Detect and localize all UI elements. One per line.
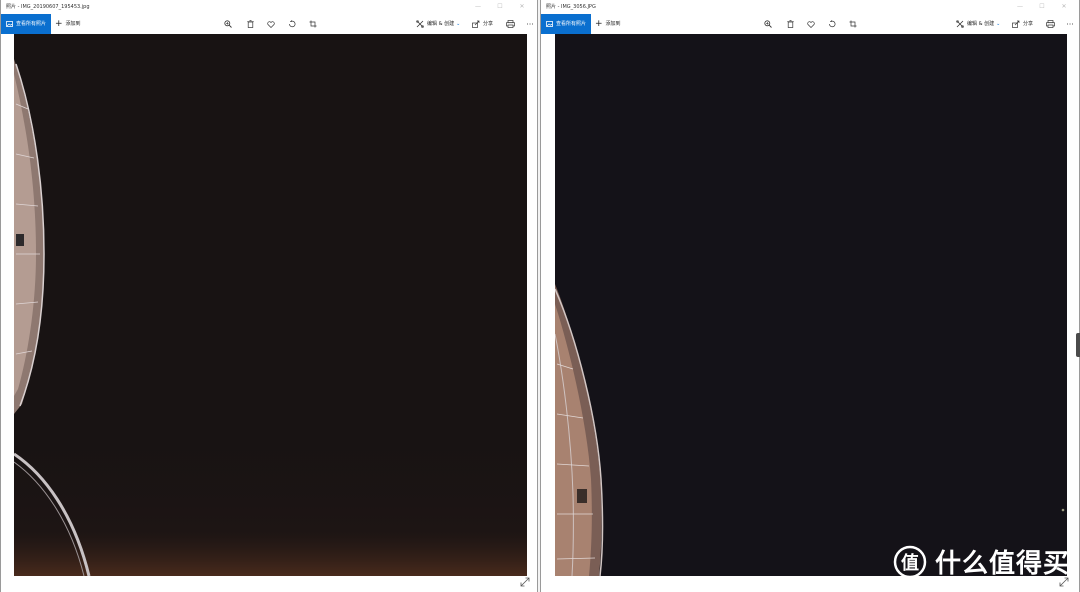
photos-window-right: 照片 - IMG_3056.JPG — ☐ ✕ 查看所有照片 + 添加到 编辑 … bbox=[540, 0, 1080, 592]
print-icon[interactable] bbox=[1044, 18, 1056, 30]
desktop: 照片 - IMG_20190607_195453.jpg — ☐ ✕ 查看所有照… bbox=[0, 0, 1080, 592]
minimize-button[interactable]: — bbox=[1009, 0, 1031, 14]
window-title: 照片 - IMG_20190607_195453.jpg bbox=[6, 4, 90, 10]
share-icon bbox=[472, 20, 480, 28]
chevron-down-icon: ⌄ bbox=[996, 21, 1001, 27]
watermark-text: 什么值得买 bbox=[934, 549, 1070, 579]
edit-create-label: 编辑 & 创建 bbox=[427, 21, 455, 27]
watermark-logo-text: 值 bbox=[901, 552, 919, 574]
edit-create-label: 编辑 & 创建 bbox=[967, 21, 995, 27]
view-all-photos-button[interactable]: 查看所有照片 bbox=[1, 14, 51, 34]
add-to-label: 添加到 bbox=[65, 21, 81, 27]
caption-buttons: — ☐ ✕ bbox=[1009, 0, 1075, 14]
photo-icon bbox=[6, 21, 13, 27]
plus-icon: + bbox=[55, 19, 63, 29]
toolbar: 查看所有照片 + 添加到 编辑 & 创建 ⌄ 分享 ··· bbox=[541, 14, 1079, 34]
title-bar[interactable]: 照片 - IMG_3056.JPG — ☐ ✕ bbox=[541, 0, 1079, 14]
delete-icon[interactable] bbox=[784, 18, 796, 30]
toolbar: 查看所有照片 + 添加到 编辑 & 创建 ⌄ 分享 ··· bbox=[1, 14, 537, 34]
close-button[interactable]: ✕ bbox=[1053, 0, 1075, 14]
window-title: 照片 - IMG_3056.JPG bbox=[546, 4, 596, 10]
edit-create-button[interactable]: 编辑 & 创建 ⌄ bbox=[956, 14, 1000, 34]
chevron-down-icon: ⌄ bbox=[456, 21, 461, 27]
view-all-photos-label: 查看所有照片 bbox=[556, 21, 587, 27]
share-label: 分享 bbox=[483, 21, 494, 27]
view-all-photos-label: 查看所有照片 bbox=[16, 21, 47, 27]
add-to-button[interactable]: + 添加到 bbox=[595, 14, 621, 34]
minimize-button[interactable]: — bbox=[467, 0, 489, 14]
zoom-in-icon[interactable] bbox=[222, 18, 234, 30]
edit-create-button[interactable]: 编辑 & 创建 ⌄ bbox=[416, 14, 460, 34]
share-button[interactable]: 分享 bbox=[1012, 14, 1033, 34]
fullscreen-icon[interactable] bbox=[520, 572, 530, 587]
maximize-button[interactable]: ☐ bbox=[489, 0, 511, 14]
delete-icon[interactable] bbox=[244, 18, 256, 30]
add-to-label: 添加到 bbox=[605, 21, 621, 27]
photo-icon bbox=[546, 21, 553, 27]
crop-icon[interactable] bbox=[307, 18, 319, 30]
share-label: 分享 bbox=[1023, 21, 1034, 27]
print-icon[interactable] bbox=[504, 18, 516, 30]
share-icon bbox=[1012, 20, 1020, 28]
title-bar[interactable]: 照片 - IMG_20190607_195453.jpg — ☐ ✕ bbox=[1, 0, 537, 14]
zoom-in-icon[interactable] bbox=[762, 18, 774, 30]
more-icon[interactable]: ··· bbox=[524, 18, 536, 30]
photo-image bbox=[555, 284, 1065, 576]
close-button[interactable]: ✕ bbox=[511, 0, 533, 14]
edit-create-icon bbox=[956, 20, 964, 28]
watermark-logo-icon: 值 bbox=[893, 545, 927, 578]
rotate-icon[interactable] bbox=[286, 18, 298, 30]
side-handle[interactable] bbox=[1076, 333, 1080, 357]
maximize-button[interactable]: ☐ bbox=[1031, 0, 1053, 14]
caption-buttons: — ☐ ✕ bbox=[467, 0, 533, 14]
plus-icon: + bbox=[595, 19, 603, 29]
add-to-button[interactable]: + 添加到 bbox=[55, 14, 81, 34]
heart-icon[interactable] bbox=[805, 18, 817, 30]
view-all-photos-button[interactable]: 查看所有照片 bbox=[541, 14, 591, 34]
photo-view[interactable] bbox=[555, 34, 1067, 576]
crop-icon[interactable] bbox=[847, 18, 859, 30]
share-button[interactable]: 分享 bbox=[472, 14, 493, 34]
watermark: 值 什么值得买 bbox=[893, 543, 1070, 580]
photo-image bbox=[14, 34, 527, 576]
more-icon[interactable]: ··· bbox=[1064, 18, 1076, 30]
photos-window-left: 照片 - IMG_20190607_195453.jpg — ☐ ✕ 查看所有照… bbox=[0, 0, 538, 592]
rotate-icon[interactable] bbox=[826, 18, 838, 30]
heart-icon[interactable] bbox=[265, 18, 277, 30]
edit-create-icon bbox=[416, 20, 424, 28]
photo-view[interactable] bbox=[14, 34, 527, 576]
